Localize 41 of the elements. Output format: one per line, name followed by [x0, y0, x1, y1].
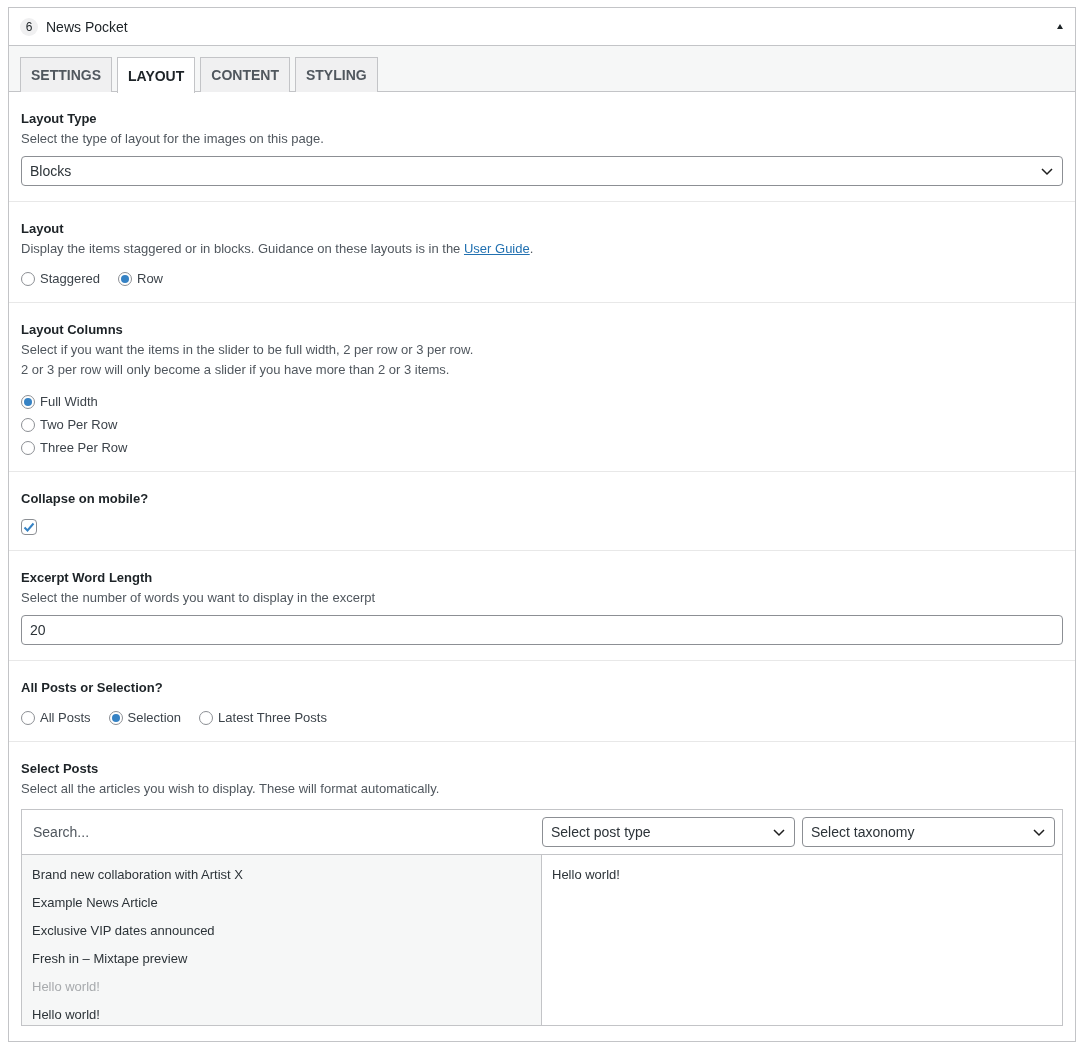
post-list-item[interactable]: Brand new collaboration with Artist X: [32, 861, 531, 889]
radio-label: Staggered: [40, 271, 100, 287]
select-field[interactable]: Blocks: [21, 156, 1063, 186]
post-list-item[interactable]: Example News Article: [32, 889, 531, 917]
field-description: Display the items staggered or in blocks. Guidance on these layouts is in the: [21, 241, 462, 256]
checkbox[interactable]: [21, 519, 37, 535]
widget-title: News Pocket: [46, 18, 128, 35]
field-description: Select the type of layout for the images on this page.: [21, 130, 325, 148]
text-input-field[interactable]: 20: [21, 615, 1063, 645]
post-list-item[interactable]: Hello world!: [32, 1001, 531, 1025]
field-label: Excerpt Word Length: [21, 569, 154, 587]
selected-post-item[interactable]: Hello world!: [552, 861, 1052, 889]
field-label: All Posts or Selection?: [21, 679, 164, 697]
collapse-triangle-icon[interactable]: [1057, 24, 1063, 29]
select-field[interactable]: Select post type: [542, 817, 795, 847]
field-label: Layout Type: [21, 110, 98, 128]
field-label: Select Posts: [21, 760, 100, 778]
tab[interactable]: CONTENT: [200, 57, 290, 92]
user-guide-link[interactable]: User Guide: [463, 241, 530, 256]
radio-label: All Posts: [40, 710, 91, 726]
field-label: Layout Columns: [21, 321, 124, 339]
select-field[interactable]: Select taxonomy: [802, 817, 1055, 847]
radio-label: Two Per Row: [40, 417, 118, 433]
radio-label: Latest Three Posts: [218, 710, 327, 726]
tab[interactable]: STYLING: [294, 57, 378, 92]
radio-label: Full Width: [40, 394, 98, 410]
tab[interactable]: SETTINGS: [20, 57, 112, 92]
post-list-item[interactable]: Fresh in – Mixtape preview: [32, 945, 531, 973]
tab[interactable]: LAYOUT: [117, 57, 196, 93]
field-description: Select if you want the items in the slider to be full width, 2 per row or 3 per row.: [21, 341, 475, 359]
field-description: Select all the articles you wish to display. These will format automatically.: [21, 780, 441, 798]
period-text: .: [529, 241, 534, 256]
widget-number: 6: [20, 17, 38, 36]
post-list-item[interactable]: Exclusive VIP dates announced: [32, 917, 531, 945]
field-description: Select the number of words you want to display in the excerpt: [21, 589, 377, 607]
field-label: Layout: [21, 220, 65, 238]
field-label: Collapse on mobile?: [21, 490, 150, 508]
radio-label: Three Per Row: [40, 440, 128, 456]
radio-label: Selection: [127, 710, 182, 726]
field-description: 2 or 3 per row will only become a slider if you have more than 2 or 3 items.: [21, 361, 451, 379]
radio-label: Row: [137, 271, 163, 287]
